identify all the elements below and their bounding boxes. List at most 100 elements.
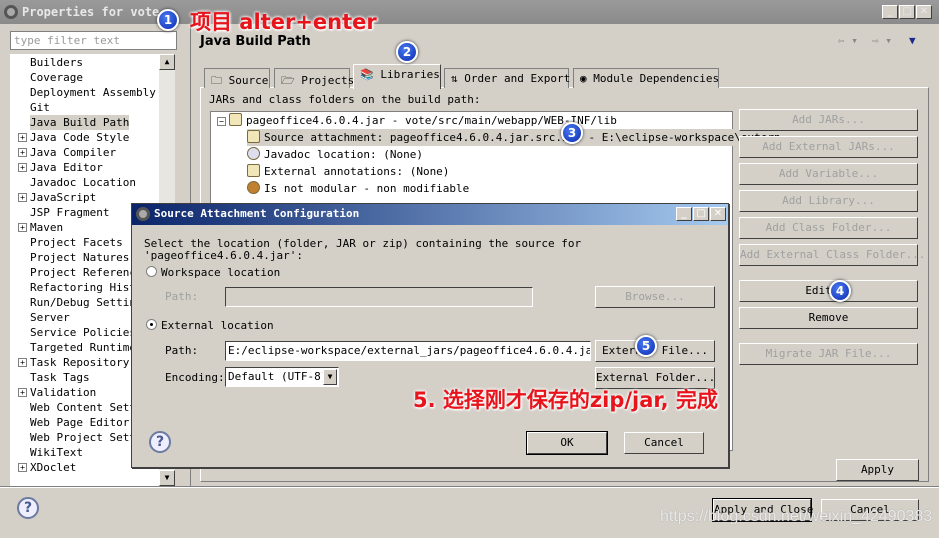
- source-attachment-dialog: Source Attachment Configuration _ □ ✕ Se…: [131, 203, 729, 468]
- tree-item[interactable]: Deployment Assembly: [30, 85, 156, 100]
- nav-back-icon[interactable]: ⇦ ▾: [838, 34, 858, 47]
- encoding-label: Encoding:: [165, 371, 225, 384]
- tree-item-label: Web Page Editor: [30, 416, 130, 429]
- filter-input[interactable]: type filter text: [10, 31, 177, 50]
- expand-icon[interactable]: +: [18, 463, 27, 472]
- help-icon[interactable]: ?: [17, 497, 39, 519]
- expand-icon[interactable]: +: [18, 163, 27, 172]
- eclipse-gear-icon: [4, 5, 18, 19]
- divider: [0, 486, 939, 488]
- tree-item[interactable]: Web Page Editor: [30, 415, 129, 430]
- tree-item-label: Git: [30, 101, 50, 114]
- step-badge-5: 5: [635, 335, 657, 357]
- tree-item-label: Java Build Path: [30, 116, 130, 129]
- tree-item[interactable]: Targeted Runtimes: [30, 340, 143, 355]
- expand-icon[interactable]: +: [18, 388, 27, 397]
- tree-item[interactable]: Builders: [30, 55, 83, 70]
- chevron-down-icon[interactable]: ▼: [323, 369, 337, 385]
- tree-item[interactable]: JSP Fragment: [30, 205, 109, 220]
- tree-item[interactable]: Server: [30, 310, 70, 325]
- tree-item-label: Java Code Style: [30, 131, 130, 144]
- source-attachment-entry[interactable]: Source attachment: pageoffice4.6.0.4.jar…: [247, 129, 789, 146]
- tab-projects[interactable]: 🗁 Projects: [274, 68, 354, 88]
- tree-item[interactable]: Java Build Path: [30, 115, 130, 130]
- tree-item-label: Java Compiler: [30, 146, 117, 159]
- scroll-down-button[interactable]: ▼: [159, 470, 175, 486]
- tree-item[interactable]: + Maven: [18, 220, 63, 235]
- tree-item[interactable]: + Task Repository: [18, 355, 129, 370]
- apply-button[interactable]: Apply: [836, 459, 919, 481]
- module-icon: [247, 181, 260, 194]
- window-title: Properties for vote: [22, 5, 160, 19]
- maximize-button[interactable]: □: [899, 5, 915, 19]
- tree-item[interactable]: + Validation: [18, 385, 96, 400]
- external-location-radio[interactable]: External location: [146, 319, 274, 332]
- expand-icon[interactable]: +: [18, 148, 27, 157]
- eclipse-gear-icon: [136, 207, 150, 221]
- tree-item[interactable]: Coverage: [30, 70, 83, 85]
- external-path-input[interactable]: E:/eclipse-workspace/external_jars/pageo…: [225, 341, 591, 361]
- tree-item[interactable]: WikiText: [30, 445, 83, 460]
- tree-item-label: Service Policies: [30, 326, 136, 339]
- tree-item[interactable]: + Java Compiler: [18, 145, 117, 160]
- tree-item-label: Java Editor: [30, 161, 103, 174]
- radio-icon: [146, 266, 157, 277]
- tree-item[interactable]: Service Policies: [30, 325, 136, 340]
- scroll-up-button[interactable]: ▲: [159, 54, 175, 70]
- expand-icon[interactable]: +: [18, 193, 27, 202]
- add-external-jars-button: Add External JARs...: [739, 136, 918, 158]
- add-jars-button: Add JARs...: [739, 109, 918, 131]
- minimize-button[interactable]: _: [882, 5, 898, 19]
- step-badge-4: 4: [829, 280, 851, 302]
- encoding-select[interactable]: Default (UTF-8) ▼: [225, 367, 339, 387]
- tree-item[interactable]: + XDoclet: [18, 460, 76, 475]
- tree-item-label: JSP Fragment: [30, 206, 110, 219]
- tree-item-label: Server: [30, 311, 70, 324]
- tree-item[interactable]: Project Facets: [30, 235, 123, 250]
- tree-item-label: Deployment Assembly: [30, 86, 156, 99]
- dialog-close-button[interactable]: ✕: [710, 207, 726, 221]
- jar-entry[interactable]: − pageoffice4.6.0.4.jar - vote/src/main/w…: [217, 112, 617, 129]
- help-icon[interactable]: ?: [149, 431, 171, 453]
- javadoc-icon: [247, 147, 260, 160]
- encoding-value: Default (UTF-8): [228, 370, 328, 383]
- workspace-location-radio[interactable]: Workspace location: [146, 266, 280, 279]
- tab-source[interactable]: 🗀 Source: [204, 68, 270, 88]
- javadoc-entry[interactable]: Javadoc location: (None): [247, 146, 423, 163]
- tree-item[interactable]: + JavaScript: [18, 190, 97, 205]
- tree-item[interactable]: Git: [30, 100, 50, 115]
- dialog-cancel-button[interactable]: Cancel: [624, 432, 704, 454]
- expand-icon[interactable]: +: [18, 133, 27, 142]
- entry-label: Source attachment: pageoffice4.6.0.4.jar…: [264, 131, 781, 144]
- list-label: JARs and class folders on the build path…: [209, 93, 481, 106]
- tree-item[interactable]: Javadoc Location: [30, 175, 136, 190]
- annotations-entry[interactable]: External annotations: (None): [247, 163, 449, 180]
- tree-item[interactable]: Task Tags: [30, 370, 90, 385]
- tree-item-label: JavaScript: [30, 191, 97, 204]
- entry-label: External annotations: (None): [264, 165, 450, 178]
- browse-button: Browse...: [595, 286, 715, 308]
- expand-icon[interactable]: +: [18, 223, 27, 232]
- workspace-path-label: Path:: [165, 290, 199, 303]
- tree-item-label: WikiText: [30, 446, 83, 459]
- close-button[interactable]: ✕: [916, 5, 932, 19]
- tab-order-export[interactable]: ⇅ Order and Export: [444, 68, 570, 88]
- tab-libraries[interactable]: 📚 Libraries: [353, 64, 441, 89]
- dialog-minimize-button[interactable]: _: [676, 207, 692, 221]
- tree-item[interactable]: Project Natures: [30, 250, 129, 265]
- tree-item-label: Targeted Runtimes: [30, 341, 143, 354]
- expand-icon[interactable]: +: [18, 358, 27, 367]
- nav-forward-icon[interactable]: ⇨ ▾: [872, 34, 892, 47]
- remove-button[interactable]: Remove: [739, 307, 918, 329]
- tree-item[interactable]: + Java Code Style: [18, 130, 130, 145]
- view-menu-icon[interactable]: ▼: [909, 34, 916, 47]
- step-badge-2: 2: [396, 41, 418, 63]
- tab-module-dependencies[interactable]: ◉ Module Dependencies: [573, 68, 719, 88]
- radio-label: External location: [161, 319, 274, 332]
- dialog-maximize-button[interactable]: □: [693, 207, 709, 221]
- tree-item[interactable]: + Java Editor: [18, 160, 103, 175]
- ok-button[interactable]: OK: [526, 431, 608, 455]
- add-library-button: Add Library...: [739, 190, 918, 212]
- tree-item-label: Coverage: [30, 71, 83, 84]
- modular-entry[interactable]: Is not modular - non modifiable: [247, 180, 469, 197]
